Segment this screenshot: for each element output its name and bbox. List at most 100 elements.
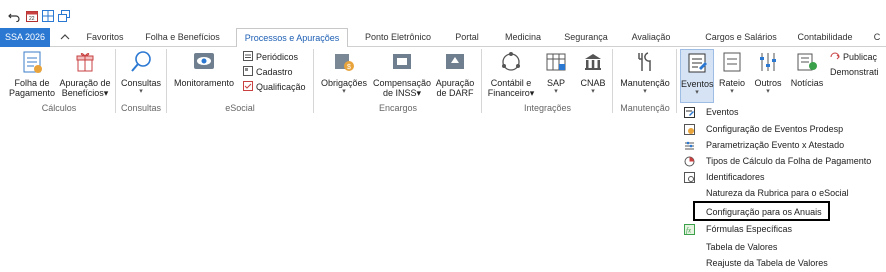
folha-label-1: Folha de [14,78,50,88]
demonstrativo-label: Demonstrati [830,67,879,77]
tab-processos-apuracoes[interactable]: Processos e Apurações [236,28,348,48]
rateio-icon [723,52,741,72]
eventos-button[interactable]: Eventos ▾ [680,49,714,103]
noticias-button[interactable]: Notícias [788,49,826,88]
menu-item-label: Identificadores [706,172,765,182]
menu-item-reajuste-tabela[interactable]: Reajuste da Tabela de Valores [680,255,880,271]
demonstrativo-button[interactable]: Demonstrati [830,66,879,79]
tab-medicina[interactable]: Medicina [498,28,548,47]
menu-item-identificadores[interactable]: Identificadores [680,169,880,185]
contabil-label-2: Financeiro [487,88,530,98]
menu-item-tabela-valores[interactable]: Tabela de Valores [680,239,880,255]
group-label-encargos: Encargos [378,103,418,113]
apuracao-beneficios-button[interactable]: Apuração de Benefícios▾ [58,49,112,98]
grid-icon[interactable] [42,10,54,22]
menu-item-formulas-especificas[interactable]: fx Fórmulas Específicas [680,221,880,237]
menu-item-label: Fórmulas Específicas [706,224,793,234]
contabil-financeiro-button[interactable]: Contábil e Financeiro▾ [485,49,537,98]
apuracao-darf-button[interactable]: Apuração de DARF [432,49,478,98]
dropdown-marker: ▾ [766,88,770,95]
monitoramento-label: Monitoramento [173,78,235,88]
group-label-consultas: Consultas [120,103,162,113]
undo-icon[interactable] [8,10,20,22]
qualificacao-button[interactable]: Qualificação [243,81,306,94]
cadastro-label: Cadastro [256,67,293,77]
publicacao-button[interactable]: Publicaç [830,51,877,64]
formula-icon: fx [684,224,695,235]
dropdown-marker: ▾ [342,88,346,95]
group-label-calculos: Cálculos [41,103,77,113]
news-icon [797,53,817,71]
dropdown-marker: ▾ [591,88,595,95]
consultas-label: Consultas [120,78,162,88]
compensacao-inss-button[interactable]: Compensação de INSS▾ [372,49,432,98]
dropdown-marker: ▾ [416,88,422,98]
compensacao-label-2: de INSS [382,88,417,98]
folha-label-2: Pagamento [8,88,56,98]
windows-icon[interactable] [58,10,70,22]
publicacao-label: Publicaç [843,52,878,62]
folha-pagamento-button[interactable]: Folha de Pagamento [6,49,58,98]
apuracao-label-1: Apuração de [59,78,111,88]
obligations-icon: $ [335,54,354,71]
obrigacoes-button[interactable]: $ Obrigações ▾ [318,49,370,95]
cnab-button[interactable]: CNAB ▾ [576,49,610,95]
consultas-button[interactable]: Consultas ▾ [118,49,164,95]
group-label-manutencao: Manutenção [620,103,670,113]
tab-ponto-eletronico[interactable]: Ponto Eletrônico [358,28,438,47]
tab-contabilidade[interactable]: Contabilidade [790,28,860,47]
integration-icon [502,52,520,71]
gift-icon [76,53,94,72]
apuracao-darf-label-2: de DARF [436,88,474,98]
svg-text:fx: fx [686,227,692,235]
svg-text:22: 22 [29,16,35,22]
tab-seguranca[interactable]: Segurança [560,28,612,47]
group-separator [313,49,314,113]
sliders-icon [760,53,776,71]
manutencao-button[interactable]: Manutenção ▾ [616,49,674,95]
payroll-icon [23,51,42,73]
calendar-icon[interactable]: 22 [26,10,38,22]
menu-item-label: Tipos de Cálculo da Folha de Pagamento [706,156,872,166]
manutencao-label: Manutenção [620,78,670,88]
rateio-label: Rateio [718,78,745,88]
menu-item-parametrizacao[interactable]: Parametrização Evento x Atestado [680,137,880,153]
collapse-ribbon-icon[interactable] [60,33,70,41]
group-separator [612,49,613,113]
calc-types-icon [684,156,695,167]
menu-item-tipos-calculo[interactable]: Tipos de Cálculo da Folha de Pagamento [680,153,880,169]
compensacao-label-1: Compensação [372,78,432,88]
tab-avaliacao[interactable]: Avaliação [626,28,676,47]
menu-item-config-eventos-prodesp[interactable]: Configuração de Eventos Prodesp [680,121,880,137]
apuracao-darf-label-1: Apuração [435,78,475,88]
cadastro-button[interactable]: Cadastro [243,66,293,79]
menu-item-eventos[interactable]: Eventos [680,104,880,120]
tab-cargos-salarios[interactable]: Cargos e Salários [696,28,786,47]
periodicos-button[interactable]: Periódicos [243,51,298,64]
dropdown-marker: ▾ [730,88,734,95]
dropdown-marker: ▾ [529,88,535,98]
outros-button[interactable]: Outros ▾ [752,49,784,95]
publish-icon [830,52,840,60]
menu-item-natureza-rubrica[interactable]: Natureza da Rubrica para o eSocial [680,185,880,201]
contabil-label-1: Contábil e [490,78,532,88]
sap-button[interactable]: SAP ▾ [540,49,572,95]
group-separator [115,49,116,113]
tab-folha-beneficios[interactable]: Folha e Benefícios [140,28,225,47]
tab-session[interactable]: SSA 2026 [0,28,50,47]
rateio-button[interactable]: Rateio ▾ [716,49,748,95]
obrigacoes-label: Obrigações [320,78,368,88]
bank-transfer-icon [585,54,601,70]
identifiers-icon [684,172,695,183]
tab-more[interactable]: C [870,28,884,47]
group-separator [166,49,167,113]
dropdown-marker: ▾ [139,88,143,95]
tab-portal[interactable]: Portal [448,28,486,47]
config-events-icon [684,124,695,135]
tab-favoritos[interactable]: Favoritos [80,28,130,47]
darf-icon [446,54,464,69]
monitoramento-button[interactable]: Monitoramento [170,49,238,88]
cnab-label: CNAB [580,78,606,88]
group-label-esocial: eSocial [225,103,255,113]
sap-label: SAP [546,78,565,88]
